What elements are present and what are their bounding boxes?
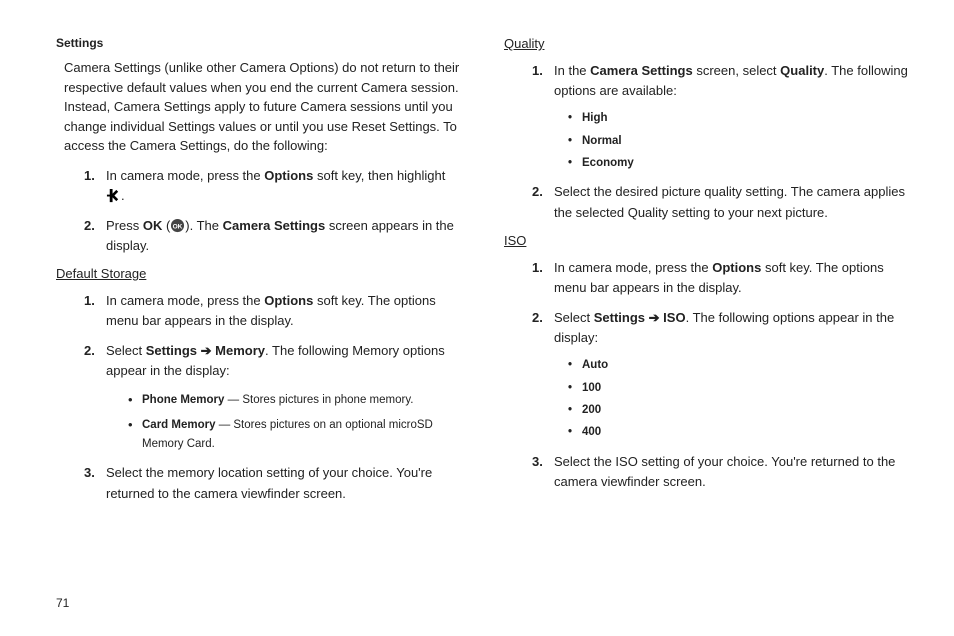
step2-ok-word: OK — [143, 218, 163, 233]
iso-options: Auto 100 200 400 — [554, 356, 908, 442]
q1-c: screen, select — [693, 63, 780, 78]
quality-opt-1: Normal — [568, 132, 908, 150]
ds-memory-options: Phone Memory — Stores pictures in phone … — [106, 390, 460, 454]
q1-b: Camera Settings — [590, 63, 693, 78]
left-column: Settings Camera Settings (unlike other C… — [56, 36, 460, 514]
iso2-b: Settings — [594, 310, 645, 325]
ds-step-1: 1. In camera mode, press the Options sof… — [84, 291, 460, 331]
iso-step-3: 3. Select the ISO setting of your choice… — [532, 452, 908, 492]
q1-d: Quality — [780, 63, 824, 78]
settings-intro: Camera Settings (unlike other Camera Opt… — [56, 58, 460, 156]
iso1-a: In camera mode, press the — [554, 260, 712, 275]
quality-opt-2: Economy — [568, 154, 908, 172]
ds-step-3: 3. Select the memory location setting of… — [84, 463, 460, 503]
settings-step-1: 1. In camera mode, press the Options sof… — [84, 166, 460, 206]
iso-step-1: 1. In camera mode, press the Options sof… — [532, 258, 908, 298]
step1-text-c: soft key, then highlight — [313, 168, 445, 183]
ds2-c: Memory — [215, 343, 265, 358]
ds-step-2: 2. Select Settings ➔ Memory. The followi… — [84, 341, 460, 453]
iso-opt-2: 200 — [568, 401, 908, 419]
iso-opt-0: Auto — [568, 356, 908, 374]
ds-opt-phone-label: Phone Memory — [142, 394, 224, 406]
iso-opt-3: 400 — [568, 423, 908, 441]
iso2-c: ISO — [663, 310, 685, 325]
step1-options-word: Options — [264, 168, 313, 183]
step2-text-c: ( — [162, 218, 170, 233]
settings-icon — [106, 188, 121, 203]
iso2-a: Select — [554, 310, 594, 325]
quality-steps: 1. In the Camera Settings screen, select… — [504, 61, 908, 223]
ds1-b: Options — [264, 293, 313, 308]
right-column: Quality 1. In the Camera Settings screen… — [504, 36, 908, 514]
page-number: 71 — [56, 596, 69, 610]
step2-text-d: ). The — [185, 218, 222, 233]
settings-step-2: 2. Press OK ( OK ). The Camera Settings … — [84, 216, 460, 256]
default-storage-heading: Default Storage — [56, 266, 460, 281]
ds2-a: Select — [106, 343, 146, 358]
quality-opt-0: High — [568, 109, 908, 127]
svg-text:OK: OK — [173, 223, 183, 230]
default-storage-steps: 1. In camera mode, press the Options sof… — [56, 291, 460, 504]
ds-opt-phone-desc: — Stores pictures in phone memory. — [224, 394, 413, 406]
ok-icon: OK — [170, 218, 185, 233]
step2-text-a: Press — [106, 218, 143, 233]
step2-camsettings-word: Camera Settings — [223, 218, 326, 233]
ds-opt-card-label: Card Memory — [142, 419, 216, 431]
q1-a: In the — [554, 63, 590, 78]
iso3-text: Select the ISO setting of your choice. Y… — [554, 454, 895, 489]
q-step-1: 1. In the Camera Settings screen, select… — [532, 61, 908, 172]
quality-options: High Normal Economy — [554, 109, 908, 172]
settings-heading: Settings — [56, 36, 460, 50]
iso1-b: Options — [712, 260, 761, 275]
settings-steps: 1. In camera mode, press the Options sof… — [56, 166, 460, 257]
step1-text-a: In camera mode, press the — [106, 168, 264, 183]
q-step-2: 2. Select the desired picture quality se… — [532, 182, 908, 222]
ds3-text: Select the memory location setting of yo… — [106, 465, 432, 500]
ds-opt-phone: Phone Memory — Stores pictures in phone … — [128, 390, 460, 409]
iso-steps: 1. In camera mode, press the Options sof… — [504, 258, 908, 492]
iso-step-2: 2. Select Settings ➔ ISO. The following … — [532, 308, 908, 442]
page-columns: Settings Camera Settings (unlike other C… — [56, 36, 908, 514]
iso-opt-1: 100 — [568, 379, 908, 397]
ds2-arrow: ➔ — [197, 343, 215, 358]
q2-text: Select the desired picture quality setti… — [554, 184, 905, 219]
step1-text-d: . — [121, 188, 125, 203]
ds1-a: In camera mode, press the — [106, 293, 264, 308]
ds-opt-card: Card Memory — Stores pictures on an opti… — [128, 415, 460, 454]
ds2-b: Settings — [146, 343, 197, 358]
quality-heading: Quality — [504, 36, 908, 51]
iso2-arrow: ➔ — [645, 310, 663, 325]
iso-heading: ISO — [504, 233, 908, 248]
